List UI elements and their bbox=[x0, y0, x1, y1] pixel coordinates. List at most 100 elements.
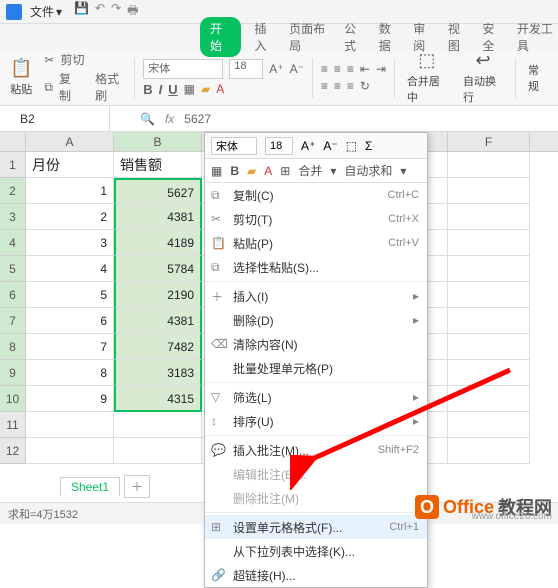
indent-left-icon[interactable]: ⇤ bbox=[360, 62, 370, 76]
row-header[interactable]: 3 bbox=[0, 204, 26, 230]
increase-font-icon[interactable]: A⁺ bbox=[269, 62, 283, 76]
row-header[interactable]: 6 bbox=[0, 282, 26, 308]
mini-size[interactable]: 18 bbox=[265, 137, 293, 155]
cell[interactable] bbox=[448, 256, 530, 282]
copy-icon[interactable]: ⧉ bbox=[44, 80, 53, 95]
formula-value[interactable]: 5627 bbox=[184, 112, 211, 126]
tab-layout[interactable]: 页面布局 bbox=[289, 20, 330, 54]
row-header[interactable]: 4 bbox=[0, 230, 26, 256]
col-header[interactable]: F bbox=[448, 132, 530, 151]
cell[interactable] bbox=[448, 204, 530, 230]
cell[interactable] bbox=[448, 386, 530, 412]
mini-bold[interactable]: B bbox=[230, 164, 239, 178]
row-header[interactable]: 7 bbox=[0, 308, 26, 334]
cell[interactable] bbox=[448, 360, 530, 386]
menu-sort[interactable]: ↕排序(U)▸ bbox=[205, 409, 427, 433]
add-sheet-button[interactable]: ＋ bbox=[124, 475, 150, 498]
mini-sum-icon[interactable]: Σ bbox=[365, 139, 372, 153]
increase-font-icon[interactable]: A⁺ bbox=[301, 139, 315, 153]
indent-right-icon[interactable]: ⇥ bbox=[376, 62, 386, 76]
menu-paste[interactable]: 📋粘贴(P)Ctrl+V bbox=[205, 231, 427, 255]
cell[interactable] bbox=[26, 438, 114, 464]
cell[interactable]: 5 bbox=[26, 282, 114, 308]
decrease-font-icon[interactable]: A⁻ bbox=[290, 62, 304, 76]
cell[interactable]: 4381 bbox=[114, 308, 202, 334]
select-all-corner[interactable] bbox=[0, 132, 26, 151]
menu-clear[interactable]: ⌫清除内容(N) bbox=[205, 332, 427, 356]
cell[interactable]: 3183 bbox=[114, 360, 202, 386]
menu-paste-special[interactable]: ⧉选择性粘贴(S)... bbox=[205, 255, 427, 279]
row-header[interactable]: 11 bbox=[0, 412, 26, 438]
menu-batch[interactable]: 批量处理单元格(P) bbox=[205, 356, 427, 380]
name-box[interactable]: B2 bbox=[0, 106, 110, 131]
cell[interactable] bbox=[448, 412, 530, 438]
row-header[interactable]: 1 bbox=[0, 152, 26, 178]
menu-insert-comment[interactable]: 💬插入批注(M)...Shift+F2 bbox=[205, 438, 427, 462]
cell[interactable] bbox=[114, 412, 202, 438]
wrap-button[interactable]: ↩自动换行 bbox=[459, 48, 507, 107]
cell[interactable] bbox=[448, 178, 530, 204]
bold-button[interactable]: B bbox=[143, 82, 152, 97]
menu-insert[interactable]: ＋插入(I)▸ bbox=[205, 284, 427, 308]
cell[interactable] bbox=[448, 230, 530, 256]
cell[interactable] bbox=[448, 152, 530, 178]
menu-dropdown-select[interactable]: 从下拉列表中选择(K)... bbox=[205, 539, 427, 563]
cell[interactable]: 7 bbox=[26, 334, 114, 360]
row-header[interactable]: 2 bbox=[0, 178, 26, 204]
align-center-icon[interactable]: ≡ bbox=[334, 79, 341, 93]
cut-icon[interactable]: ✂ bbox=[44, 53, 54, 67]
cell[interactable]: 月份 bbox=[26, 152, 114, 178]
align-bottom-icon[interactable]: ≡ bbox=[347, 62, 354, 76]
row-header[interactable]: 10 bbox=[0, 386, 26, 412]
paste-button[interactable]: 📋粘贴 bbox=[6, 56, 36, 99]
cell[interactable]: 9 bbox=[26, 386, 114, 412]
cell[interactable]: 4315 bbox=[114, 386, 202, 412]
cell[interactable] bbox=[448, 282, 530, 308]
cell[interactable] bbox=[26, 412, 114, 438]
size-combo[interactable]: 18 bbox=[229, 59, 263, 79]
sheet-tab[interactable]: Sheet1 bbox=[60, 477, 120, 496]
row-header[interactable]: 8 bbox=[0, 334, 26, 360]
menu-cut[interactable]: ✂剪切(T)Ctrl+X bbox=[205, 207, 427, 231]
mini-merge-icon[interactable]: ⬚ bbox=[346, 139, 357, 153]
file-menu[interactable]: 文件 ▾ bbox=[30, 3, 62, 20]
redo-icon[interactable]: ↷ bbox=[111, 1, 121, 22]
zoom-icon[interactable]: 🔍 bbox=[140, 112, 155, 126]
cell[interactable]: 4381 bbox=[114, 204, 202, 230]
align-right-icon[interactable]: ≡ bbox=[347, 79, 354, 93]
row-header[interactable]: 5 bbox=[0, 256, 26, 282]
cell[interactable]: 3 bbox=[26, 230, 114, 256]
underline-button[interactable]: U bbox=[168, 82, 177, 97]
cell[interactable]: 1 bbox=[26, 178, 114, 204]
col-header[interactable]: B bbox=[114, 132, 202, 151]
fill-color-icon[interactable]: ▰ bbox=[201, 82, 210, 96]
cell[interactable]: 销售额 bbox=[114, 152, 202, 178]
number-format[interactable]: 常规 bbox=[524, 60, 552, 96]
mini-font[interactable]: 宋体 bbox=[211, 137, 257, 155]
cell[interactable] bbox=[448, 438, 530, 464]
menu-hyperlink[interactable]: 🔗超链接(H)... bbox=[205, 563, 427, 587]
cell[interactable]: 5784 bbox=[114, 256, 202, 282]
decrease-font-icon[interactable]: A⁻ bbox=[323, 139, 337, 153]
col-header[interactable]: A bbox=[26, 132, 114, 151]
font-combo[interactable]: 宋体 bbox=[143, 59, 223, 79]
tab-start[interactable]: 开始 bbox=[200, 17, 241, 57]
merge-button[interactable]: ⬚合并居中 bbox=[403, 48, 451, 107]
mini-merge-label[interactable]: 合并 bbox=[298, 162, 322, 179]
mini-fill-icon[interactable]: ▰ bbox=[247, 164, 256, 178]
mini-format-icon[interactable]: ⊞ bbox=[280, 164, 290, 178]
mini-border-icon[interactable]: ▦ bbox=[211, 164, 222, 178]
border-icon[interactable]: ▦ bbox=[184, 82, 195, 96]
cell[interactable]: 2 bbox=[26, 204, 114, 230]
format-painter-label[interactable]: 格式刷 bbox=[95, 70, 126, 104]
cell[interactable]: 4189 bbox=[114, 230, 202, 256]
menu-filter[interactable]: ▽筛选(L)▸ bbox=[205, 385, 427, 409]
align-top-icon[interactable]: ≡ bbox=[321, 62, 328, 76]
mini-sum-label[interactable]: 自动求和 bbox=[344, 162, 392, 179]
mini-font-color-icon[interactable]: A bbox=[264, 164, 272, 178]
cell[interactable] bbox=[114, 438, 202, 464]
copy-label[interactable]: 复制 bbox=[59, 70, 80, 104]
cell[interactable]: 4 bbox=[26, 256, 114, 282]
print-icon[interactable]: 🖶 bbox=[127, 1, 138, 22]
row-header[interactable]: 9 bbox=[0, 360, 26, 386]
